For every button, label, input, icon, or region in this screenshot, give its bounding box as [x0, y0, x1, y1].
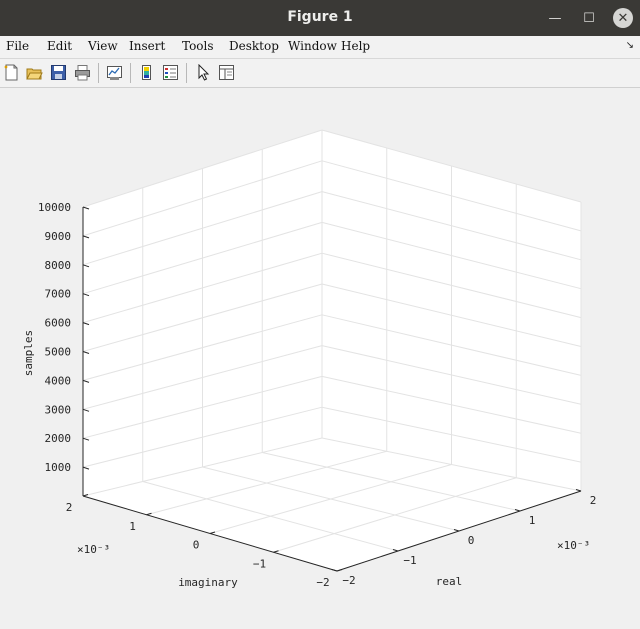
y-tick-label: −1 — [253, 557, 266, 570]
toolbar — [0, 59, 640, 88]
x-tick-label: 2 — [590, 494, 597, 507]
minimize-icon: — — [548, 10, 562, 26]
link-plot-icon[interactable] — [106, 64, 123, 81]
z-tick-label: 9000 — [45, 230, 72, 243]
x-tick-label: −2 — [342, 574, 355, 587]
z-tick-label: 3000 — [45, 403, 72, 416]
minimize-button[interactable]: — — [543, 6, 567, 30]
maximize-icon: ☐ — [583, 10, 595, 26]
property-inspector-icon[interactable] — [218, 64, 235, 81]
print-icon[interactable] — [74, 64, 91, 81]
y-tick-label: 2 — [66, 501, 73, 514]
menu-insert[interactable]: Insert — [129, 39, 165, 53]
x-tick-label: −1 — [403, 554, 416, 567]
menu-window[interactable]: Window — [288, 39, 337, 53]
title-bar: Figure 1 — ☐ ✕ — [0, 0, 640, 36]
y-tick-label: 1 — [129, 520, 136, 533]
close-button[interactable]: ✕ — [611, 6, 635, 30]
menu-overflow-icon[interactable]: ↘ — [626, 40, 634, 51]
open-file-icon[interactable] — [26, 64, 43, 81]
menu-desktop[interactable]: Desktop — [229, 39, 279, 53]
menu-tools[interactable]: Tools — [182, 39, 214, 53]
menu-help[interactable]: Help — [341, 39, 370, 53]
z-tick-label: 4000 — [45, 374, 72, 387]
save-icon[interactable] — [50, 64, 67, 81]
3d-axes-plot[interactable]: 1000 2000 3000 4000 5000 6000 7000 8000 9000 1000… — [0, 88, 640, 629]
menu-view[interactable]: View — [88, 39, 118, 53]
toolbar-separator — [186, 63, 187, 83]
z-tick-label: 6000 — [45, 317, 72, 330]
toolbar-separator — [130, 63, 131, 83]
z-tick-label: 5000 — [45, 346, 72, 359]
toolbar-separator — [98, 63, 99, 83]
x-tick-label: 0 — [468, 534, 475, 547]
x-axis-title: real — [436, 575, 463, 588]
menu-edit[interactable]: Edit — [47, 39, 72, 53]
z-tick-label: 7000 — [45, 288, 72, 301]
x-exponent-label: ×10⁻³ — [557, 539, 590, 552]
y-tick-label: 0 — [193, 539, 200, 552]
y-axis-title: imaginary — [178, 576, 238, 589]
y-tick-label: −2 — [316, 576, 329, 589]
menu-file[interactable]: File — [6, 39, 29, 53]
insert-legend-icon[interactable] — [162, 64, 179, 81]
maximize-button[interactable]: ☐ — [577, 6, 601, 30]
insert-colorbar-icon[interactable] — [138, 64, 155, 81]
z-tick-label: 8000 — [45, 259, 72, 272]
z-tick-label: 2000 — [45, 432, 72, 445]
close-icon: ✕ — [613, 8, 633, 28]
z-tick-label: 10000 — [38, 201, 71, 214]
y-exponent-label: ×10⁻³ — [77, 543, 110, 556]
z-axis-title: samples — [22, 330, 35, 376]
menu-bar: File Edit View Insert Tools Desktop Wind… — [0, 36, 640, 59]
x-tick-label: 1 — [529, 514, 536, 527]
pointer-icon[interactable] — [195, 64, 212, 81]
new-figure-icon[interactable] — [3, 64, 20, 81]
z-tick-label: 1000 — [45, 461, 72, 474]
